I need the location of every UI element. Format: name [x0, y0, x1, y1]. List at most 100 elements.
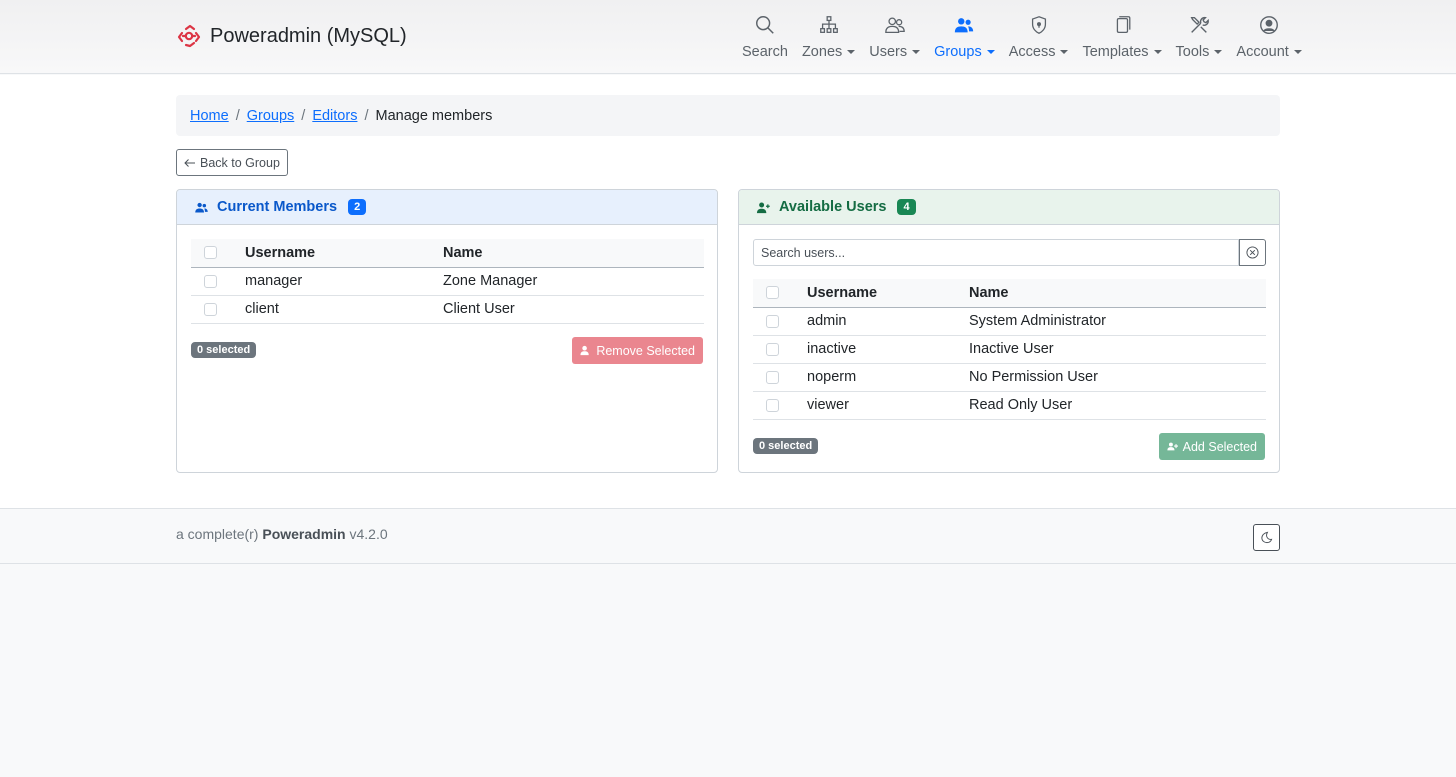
remove-selected-label: Remove Selected: [596, 343, 695, 358]
name-cell: Inactive User: [969, 341, 1054, 357]
top-navbar: Poweradmin (MySQL) Search Zones Users Gr…: [0, 0, 1456, 74]
back-to-group-button[interactable]: Back to Group: [176, 149, 288, 176]
person-plus-icon: [756, 202, 770, 213]
sitemap-icon: [819, 16, 838, 33]
table-header-row: Username Name: [191, 239, 704, 267]
people-fill-icon: [955, 18, 974, 33]
current-members-header: Current Members 2: [177, 190, 717, 225]
nav-account-label: Account: [1236, 44, 1289, 60]
footer-prefix: a complete(r): [176, 526, 259, 542]
nav-zones-label: Zones: [801, 44, 843, 60]
person-dash-icon: [580, 345, 590, 356]
nav-zones[interactable]: Zones: [795, 14, 862, 60]
breadcrumb: Home / Groups / Editors / Manage members: [176, 95, 1280, 136]
people-fill-icon: [195, 202, 208, 212]
search-users-input[interactable]: [753, 239, 1239, 266]
row-checkbox[interactable]: [766, 314, 779, 328]
name-cell: Client User: [443, 301, 515, 317]
remove-selected-button[interactable]: Remove Selected: [572, 337, 703, 364]
nav-search-label: Search: [742, 44, 788, 60]
current-members-card: Current Members 2 Username Name manager …: [176, 189, 718, 473]
arrow-left-icon: [184, 158, 195, 167]
clear-search-button[interactable]: [1239, 239, 1266, 266]
moon-icon: [1261, 531, 1273, 544]
table-row[interactable]: viewer Read Only User: [753, 391, 1266, 419]
table-header-row: Username Name: [753, 279, 1266, 307]
breadcrumb-separator: /: [235, 107, 240, 124]
nav-templates[interactable]: Templates: [1075, 14, 1168, 60]
table-row[interactable]: admin System Administrator: [753, 307, 1266, 335]
available-users-table: Username Name admin System Administrator…: [753, 279, 1266, 420]
main-nav: Search Zones Users Groups Access Templat…: [735, 14, 1309, 60]
chevron-down-icon: [1293, 50, 1302, 54]
breadcrumb-group[interactable]: Editors: [312, 108, 357, 124]
available-users-header: Available Users 4: [739, 190, 1279, 225]
username-column-header: Username: [807, 284, 878, 301]
table-row[interactable]: noperm No Permission User: [753, 363, 1266, 391]
username-cell: viewer: [807, 397, 849, 413]
footer-text: a complete(r) Poweradmin v4.2.0: [176, 526, 388, 542]
table-row[interactable]: client Client User: [191, 295, 704, 323]
user-search-group: [753, 239, 1266, 266]
people-icon: [884, 17, 905, 33]
username-cell: manager: [245, 273, 303, 289]
available-users-card: Available Users 4 Username Name admin: [738, 189, 1280, 473]
breadcrumb-groups[interactable]: Groups: [247, 108, 295, 124]
main-content: Home / Groups / Editors / Manage members…: [0, 75, 1456, 508]
nav-search[interactable]: Search: [735, 14, 795, 60]
current-members-table: Username Name manager Zone Manager clien…: [191, 239, 704, 324]
row-checkbox[interactable]: [204, 274, 217, 288]
row-checkbox[interactable]: [766, 398, 779, 412]
poweradmin-logo-icon: [177, 24, 201, 48]
table-row[interactable]: inactive Inactive User: [753, 335, 1266, 363]
username-column-header: Username: [245, 244, 316, 261]
table-row[interactable]: manager Zone Manager: [191, 267, 704, 295]
breadcrumb-home[interactable]: Home: [190, 108, 229, 124]
chevron-down-icon: [1060, 50, 1069, 54]
select-all-checkbox[interactable]: [204, 246, 217, 260]
nav-groups[interactable]: Groups: [927, 14, 1002, 60]
row-checkbox[interactable]: [766, 370, 779, 384]
add-selected-label: Add Selected: [1182, 439, 1257, 454]
available-users-count: 4: [897, 199, 916, 215]
brand-title: Poweradmin (MySQL): [210, 24, 407, 47]
username-cell: noperm: [807, 369, 857, 385]
footer: a complete(r) Poweradmin v4.2.0: [0, 508, 1456, 564]
footer-product: Poweradmin: [262, 526, 346, 542]
chevron-down-icon: [986, 50, 995, 54]
nav-users-label: Users: [869, 44, 908, 60]
theme-toggle-button[interactable]: [1253, 524, 1280, 551]
chevron-down-icon: [847, 50, 856, 54]
copy-icon: [1116, 16, 1131, 33]
nav-access[interactable]: Access: [1002, 14, 1076, 60]
name-cell: No Permission User: [969, 369, 1098, 385]
person-circle-icon: [1260, 16, 1279, 34]
name-cell: System Administrator: [969, 313, 1106, 329]
username-cell: client: [245, 301, 279, 317]
selected-count-badge: 0 selected: [753, 438, 819, 454]
breadcrumb-current: Manage members: [375, 107, 493, 124]
selected-count-badge: 0 selected: [191, 342, 257, 358]
name-cell: Zone Manager: [443, 273, 538, 289]
add-selected-button[interactable]: Add Selected: [1158, 433, 1265, 460]
current-members-count: 2: [348, 199, 367, 215]
brand[interactable]: Poweradmin (MySQL): [177, 24, 407, 48]
name-column-header: Name: [969, 284, 1009, 301]
nav-users[interactable]: Users: [862, 14, 927, 60]
username-cell: admin: [807, 313, 847, 329]
select-all-checkbox[interactable]: [766, 286, 779, 300]
person-plus-icon: [1167, 442, 1178, 451]
shield-icon: [1031, 16, 1046, 34]
nav-groups-label: Groups: [934, 44, 982, 60]
nav-account[interactable]: Account: [1229, 14, 1308, 60]
row-checkbox[interactable]: [204, 302, 217, 316]
breadcrumb-separator: /: [364, 107, 369, 124]
breadcrumb-separator: /: [301, 107, 306, 124]
nav-tools[interactable]: Tools: [1169, 14, 1230, 60]
name-column-header: Name: [443, 244, 483, 261]
current-members-title: Current Members: [217, 199, 338, 215]
tools-icon: [1190, 16, 1209, 33]
nav-access-label: Access: [1008, 44, 1056, 60]
row-checkbox[interactable]: [766, 342, 779, 356]
name-cell: Read Only User: [969, 397, 1073, 413]
